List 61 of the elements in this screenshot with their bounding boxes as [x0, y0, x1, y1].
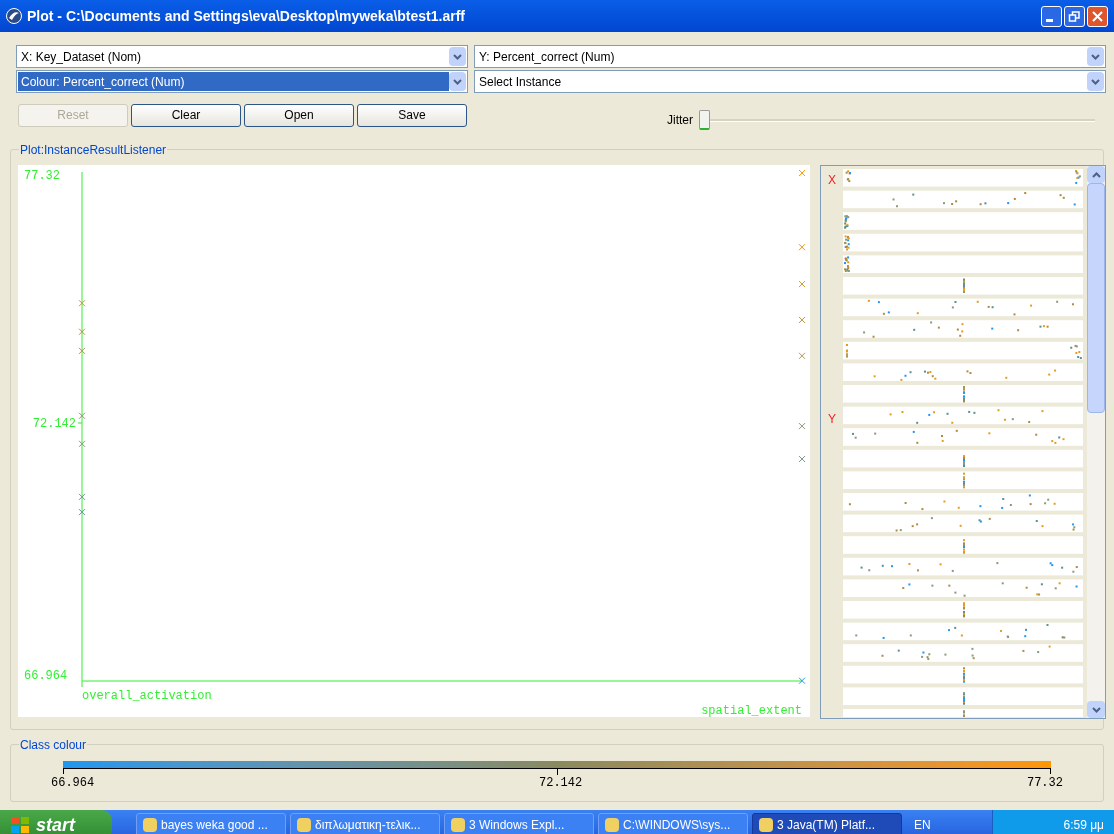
- dropdown[interactable]: Select Instance: [474, 70, 1106, 93]
- scale-tick-label: 66.964: [51, 775, 95, 792]
- data-point: [798, 243, 806, 251]
- data-point: [798, 352, 806, 360]
- slider-thumb[interactable]: [699, 110, 710, 130]
- scrollbar[interactable]: [1087, 166, 1105, 718]
- restore-button[interactable]: [1064, 5, 1085, 27]
- restore-icon: [1068, 9, 1081, 23]
- taskbar-item[interactable]: C:\WINDOWS\sys...: [598, 813, 748, 834]
- x-category-label: overall_activation: [82, 689, 212, 703]
- data-point: [78, 508, 86, 516]
- start-button[interactable]: start: [0, 810, 112, 834]
- scroll-thumb[interactable]: [1087, 183, 1105, 413]
- y-axis-label: 72.142: [32, 417, 76, 431]
- y-marker-label: Y: [828, 411, 836, 428]
- minimize-button[interactable]: [1041, 5, 1062, 27]
- minimize-icon: [1046, 18, 1053, 22]
- data-point: [78, 493, 86, 501]
- toolbar-button[interactable]: Clear: [131, 103, 241, 127]
- x-category-label: spatial_extent: [701, 704, 802, 717]
- data-point: [78, 412, 86, 420]
- dropdown[interactable]: Y: Percent_correct (Num): [474, 45, 1106, 68]
- data-point: [798, 422, 806, 430]
- application-icon: [605, 818, 619, 832]
- scroll-down-icon[interactable]: [1087, 701, 1105, 718]
- application-icon: [451, 818, 465, 832]
- scale-tick-label: 77.32: [1026, 775, 1063, 792]
- taskbar-item[interactable]: 3 Windows Expl...: [444, 813, 594, 834]
- windows-logo-icon: [10, 816, 30, 834]
- data-point: [78, 440, 86, 448]
- y-axis-label: 77.32: [24, 169, 60, 183]
- clock: 6:59 μμ: [1063, 817, 1104, 834]
- toolbar-button[interactable]: Save: [357, 103, 467, 127]
- dropdown[interactable]: X: Key_Dataset (Nom): [16, 45, 468, 68]
- taskbar-item[interactable]: 3 Java(TM) Platf...: [752, 813, 902, 834]
- dropdown[interactable]: Colour: Percent_correct (Num): [16, 70, 468, 93]
- data-point: [798, 455, 806, 463]
- data-point: [798, 677, 806, 685]
- jitter-label: Jitter: [667, 112, 693, 129]
- application-icon: [297, 818, 311, 832]
- data-point: [798, 280, 806, 288]
- language-indicator[interactable]: EN: [914, 816, 931, 834]
- scale-tick-label: 72.142: [539, 775, 583, 792]
- application-icon: [759, 818, 773, 832]
- taskbar-item[interactable]: bayes weka good ...: [136, 813, 286, 834]
- window-title: Plot - C:\Documents and Settings\eva\Desktop\myweka\btest1.arff: [27, 6, 466, 26]
- close-icon: [1091, 9, 1104, 23]
- app-icon: [6, 8, 22, 24]
- close-button[interactable]: [1087, 5, 1108, 27]
- y-axis-label: 66.964: [24, 669, 68, 683]
- data-point: [78, 299, 86, 307]
- data-point: [78, 328, 86, 336]
- data-point: [798, 316, 806, 324]
- scroll-up-icon[interactable]: [1087, 166, 1105, 183]
- x-marker-label: X: [828, 172, 836, 189]
- data-point: [78, 347, 86, 355]
- toolbar-button[interactable]: Open: [244, 103, 354, 127]
- data-point: [798, 169, 806, 177]
- application-icon: [143, 818, 157, 832]
- jitter-slider[interactable]: [699, 110, 1095, 130]
- taskbar-item[interactable]: διπλωματικη-τελικ...: [290, 813, 440, 834]
